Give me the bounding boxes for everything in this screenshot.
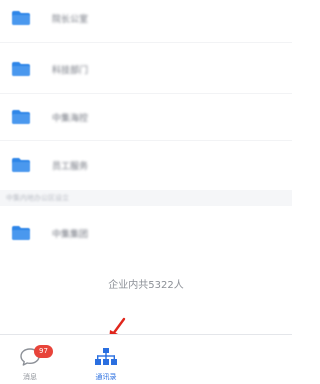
member-count: 企业内共5322人 [108, 280, 184, 291]
folder-icon [12, 62, 30, 76]
folder-row[interactable]: 员工服务 [0, 143, 292, 187]
folder-icon [12, 226, 30, 240]
tab-contacts[interactable]: 通讯录 [76, 335, 136, 384]
folder-label: 员工服务 [52, 161, 89, 172]
unread-badge: 97 [34, 345, 53, 358]
folder-icon [12, 11, 30, 25]
section-label: 中集内地办公区设立 [6, 194, 69, 202]
tab-messages[interactable]: 97 消息 [0, 335, 60, 384]
divider [0, 42, 292, 43]
divider [0, 93, 292, 94]
folder-label: 科技部门 [52, 65, 89, 76]
folder-label: 院长公室 [52, 14, 89, 25]
folder-label: 中集集团 [52, 229, 89, 240]
folder-row[interactable]: 科技部门 [0, 47, 292, 91]
org-chart-icon [95, 348, 117, 365]
bottom-tab-bar: 97 消息 通讯录 [0, 334, 292, 384]
folder-icon [12, 158, 30, 172]
divider [0, 140, 292, 141]
section-header: 中集内地办公区设立 [0, 190, 292, 206]
contacts-screen: 院长公室 科技部门 中集海控 员工服务 中集内地办公区设立 中集集团 企业内共5… [0, 0, 292, 384]
folder-label: 中集海控 [52, 113, 89, 124]
folder-icon [12, 110, 30, 124]
tab-messages-label: 消息 [23, 373, 37, 381]
folder-row[interactable]: 中集海控 [0, 95, 292, 139]
folder-row[interactable]: 院长公室 [0, 0, 292, 40]
tab-contacts-label: 通讯录 [95, 373, 117, 381]
folder-row[interactable]: 中集集团 [0, 211, 292, 255]
